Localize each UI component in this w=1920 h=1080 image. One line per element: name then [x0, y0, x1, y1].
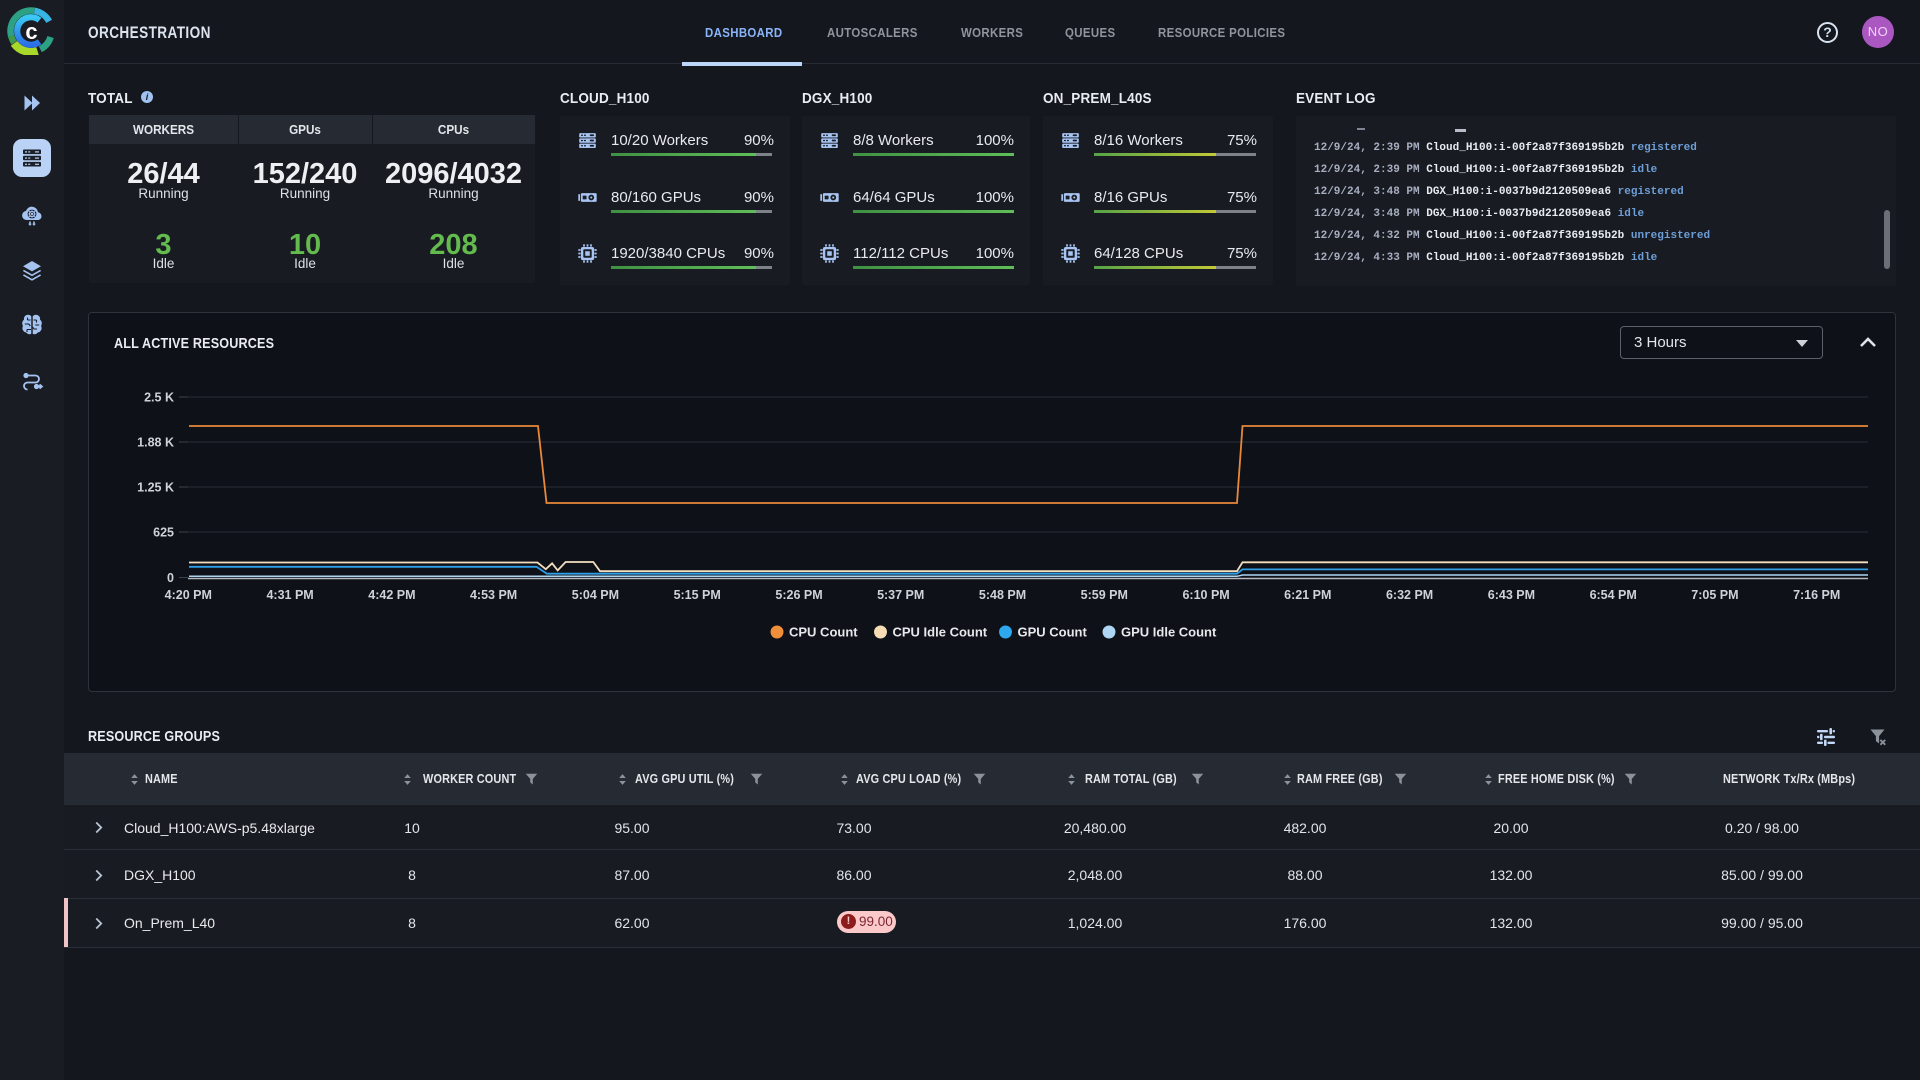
svg-text:6:32 PM: 6:32 PM: [1386, 588, 1433, 602]
svg-text:7:16 PM: 7:16 PM: [1793, 588, 1840, 602]
svg-text:5:48 PM: 5:48 PM: [979, 588, 1026, 602]
svg-text:CPU Count: CPU Count: [789, 625, 858, 640]
svg-text:GPU Idle Count: GPU Idle Count: [1121, 625, 1217, 640]
svg-text:7:05 PM: 7:05 PM: [1691, 588, 1738, 602]
svg-text:4:42 PM: 4:42 PM: [368, 588, 415, 602]
svg-text:4:20 PM: 4:20 PM: [165, 588, 212, 602]
svg-text:5:15 PM: 5:15 PM: [674, 588, 721, 602]
svg-text:6:10 PM: 6:10 PM: [1182, 588, 1229, 602]
svg-text:5:37 PM: 5:37 PM: [877, 588, 924, 602]
svg-text:6:21 PM: 6:21 PM: [1284, 588, 1331, 602]
svg-text:1.25 K: 1.25 K: [137, 481, 174, 495]
svg-text:c: c: [25, 19, 37, 44]
svg-text:6:54 PM: 6:54 PM: [1590, 588, 1637, 602]
svg-text:625: 625: [153, 526, 174, 540]
svg-text:CPU Idle Count: CPU Idle Count: [893, 625, 988, 640]
svg-text:1.88 K: 1.88 K: [137, 436, 174, 450]
svg-text:4:31 PM: 4:31 PM: [266, 588, 313, 602]
svg-text:5:26 PM: 5:26 PM: [775, 588, 822, 602]
svg-text:4:53 PM: 4:53 PM: [470, 588, 517, 602]
svg-text:5:59 PM: 5:59 PM: [1081, 588, 1128, 602]
svg-text:GPU Count: GPU Count: [1018, 625, 1088, 640]
svg-text:2.5 K: 2.5 K: [144, 391, 174, 405]
svg-text:6:43 PM: 6:43 PM: [1488, 588, 1535, 602]
svg-text:5:04 PM: 5:04 PM: [572, 588, 619, 602]
svg-text:0: 0: [167, 571, 174, 585]
